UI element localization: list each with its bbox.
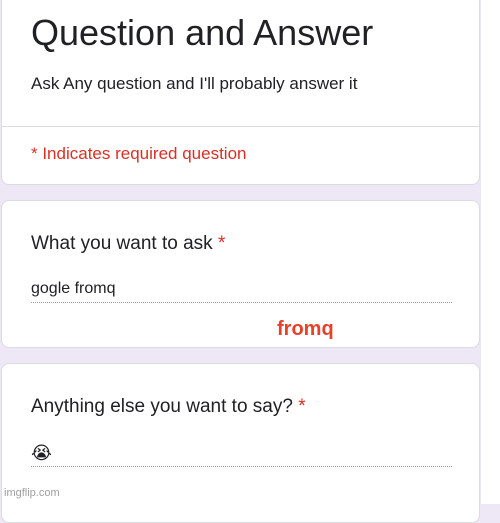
right-edge-strip <box>481 0 500 504</box>
question-title-text: What you want to ask <box>31 233 213 254</box>
answer-input-anything-else[interactable]: 😭 <box>31 440 452 467</box>
form-header-card: Question and Answer Ask Any question and… <box>1 0 480 185</box>
answer-input-what-to-ask[interactable]: gogle fromq <box>31 276 452 303</box>
question-card-anything-else: Anything else you want to say? * 😭 <box>1 363 480 523</box>
question-title: What you want to ask * <box>31 233 225 255</box>
imgflip-watermark: imgflip.com <box>4 487 60 499</box>
question-card-what-to-ask: What you want to ask * gogle fromq <box>1 200 480 348</box>
required-asterisk: * <box>298 396 306 417</box>
header-divider <box>2 126 479 127</box>
form-title: Question and Answer <box>31 12 374 53</box>
required-question-note: * Indicates required question <box>31 144 247 163</box>
question-title-text: Anything else you want to say? <box>31 396 293 417</box>
required-asterisk: * <box>217 233 226 254</box>
overlay-caption: fromq <box>277 318 334 340</box>
form-description: Ask Any question and I'll probably answe… <box>31 74 358 93</box>
question-title: Anything else you want to say? * <box>31 396 306 418</box>
